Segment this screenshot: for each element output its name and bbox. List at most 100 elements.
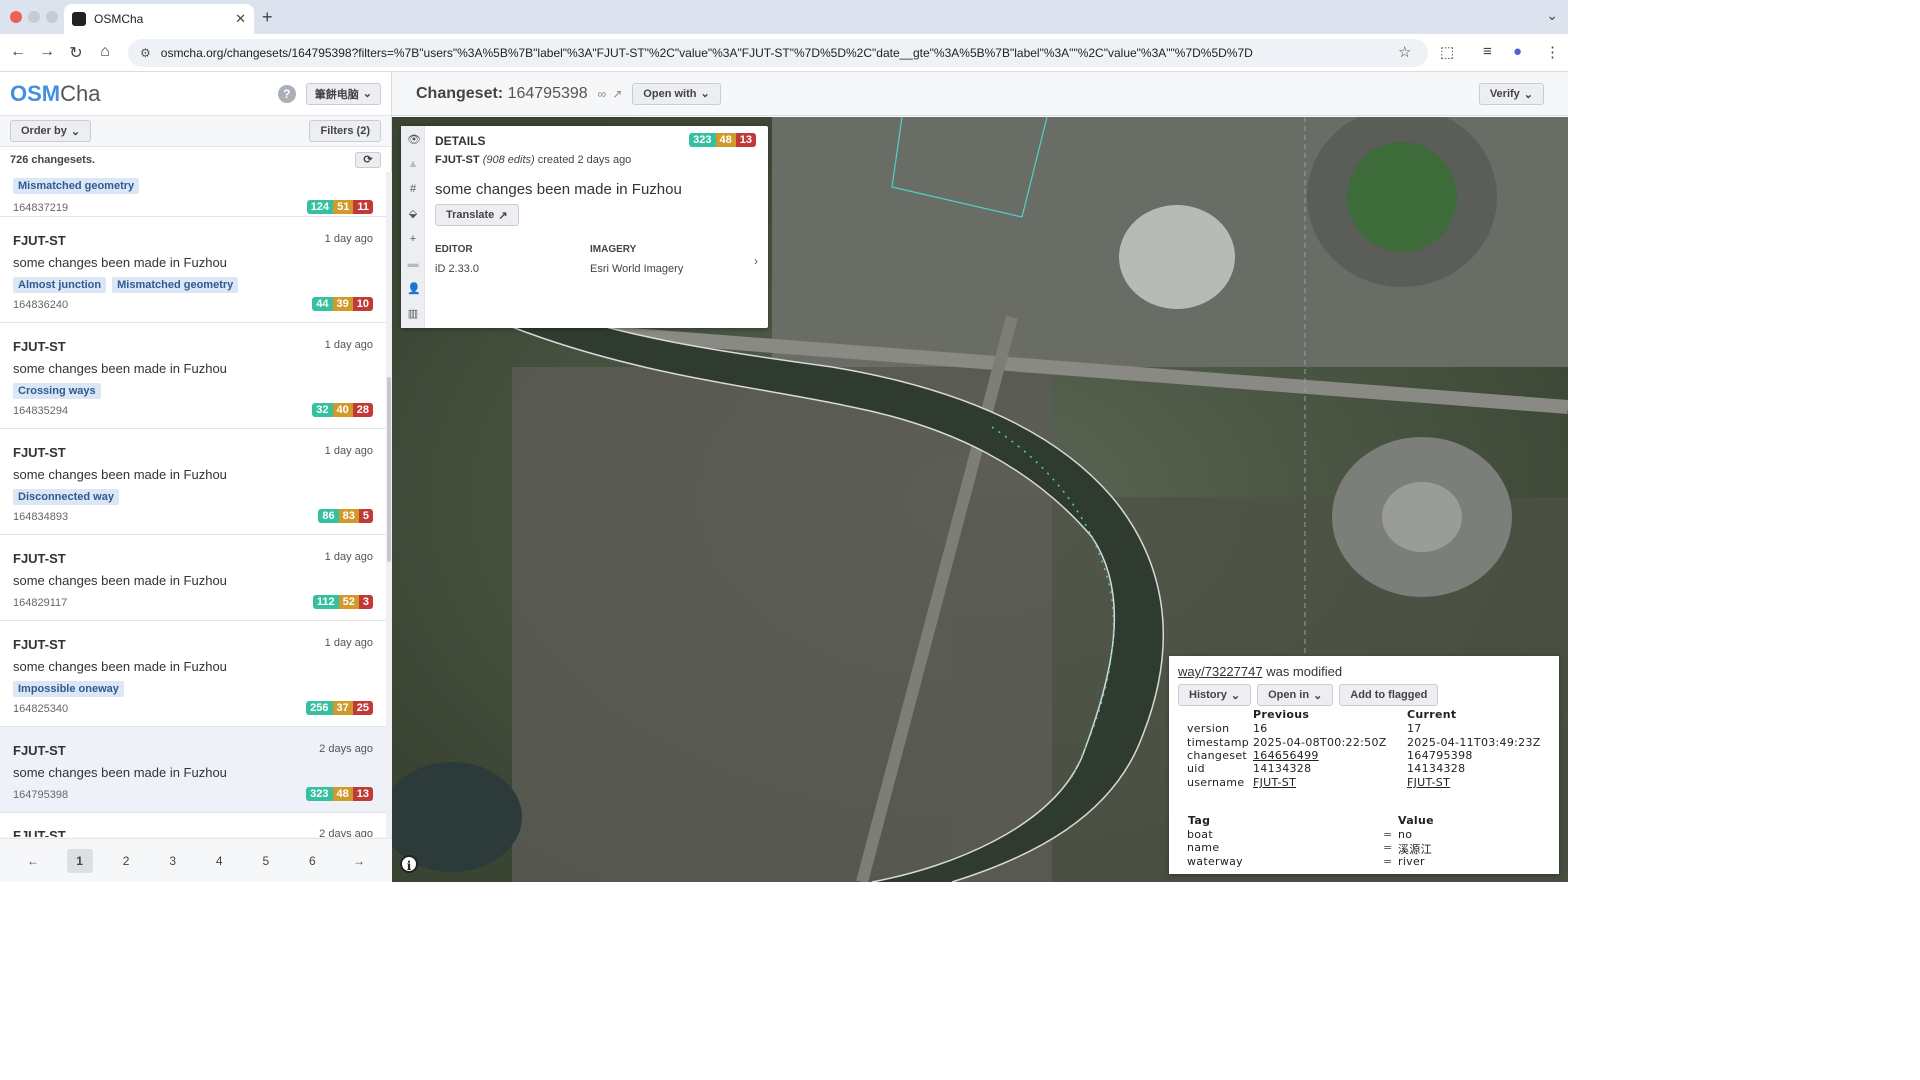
changeset-time: 1 day ago (324, 551, 373, 563)
changeset-user: FJUT-ST (13, 339, 66, 354)
osmcha-favicon-icon (72, 12, 86, 26)
plus-icon[interactable]: + (407, 233, 419, 245)
translate-button[interactable]: Translate ↗ (435, 204, 519, 226)
profile-avatar-icon[interactable]: ● (1513, 43, 1522, 60)
list-item[interactable]: FJUT-ST 1 day ago some changes been made… (0, 535, 386, 621)
changeset-id: 164835294 (13, 405, 69, 417)
bookmark-star-icon[interactable]: ☆ (1398, 43, 1411, 61)
media-controls-icon[interactable]: ≡ (1483, 43, 1492, 60)
list-item[interactable]: FJUT-ST 1 day ago some changes been made… (0, 323, 386, 429)
tag-key: boat (1187, 828, 1213, 841)
info-icon[interactable]: i (400, 855, 418, 873)
changeset-time: 1 day ago (324, 637, 373, 649)
logo-rest: Cha (60, 80, 101, 106)
tag-key: name (1187, 841, 1220, 854)
close-tab-icon[interactable]: ✕ (235, 11, 246, 27)
filters-button[interactable]: Filters (2) (309, 120, 381, 142)
details-comment: some changes been made in Fuzhou (435, 181, 682, 198)
value-header: Value (1398, 814, 1434, 827)
changeset-count: 726 changesets. (10, 154, 95, 166)
browser-tab[interactable]: OSMCha ✕ (64, 4, 254, 34)
current-header: Current (1407, 708, 1457, 721)
list-item[interactable]: FJUT-ST 1 day ago some changes been made… (0, 621, 386, 727)
count-deleted: 13 (735, 133, 756, 147)
close-window-button[interactable] (10, 11, 22, 23)
reload-icon[interactable]: ↻ (66, 43, 86, 63)
meta-prev: 14134328 (1253, 762, 1312, 775)
prev-page-button[interactable]: ← (20, 849, 46, 873)
address-bar[interactable]: ⚙ osmcha.org/changesets/164795398?filter… (128, 39, 1428, 67)
list-item[interactable]: FJUT-ST 1 day ago some changes been made… (0, 217, 386, 323)
page-3-button[interactable]: 3 (160, 849, 186, 873)
meta-key: version (1187, 722, 1230, 735)
eye-icon[interactable]: 👁 (407, 134, 421, 146)
count-created: 323 (306, 787, 333, 801)
next-page-button[interactable]: → (346, 849, 372, 873)
tab-search-chevron-icon[interactable]: ⌄ (1546, 7, 1558, 24)
user-icon[interactable]: 👤 (407, 283, 421, 295)
osmcha-logo[interactable]: OSMCha (10, 81, 100, 107)
changeset-user: FJUT-ST (13, 637, 66, 652)
scrollbar-thumb[interactable] (387, 377, 391, 562)
list-item-selected[interactable]: FJUT-ST 2 days ago some changes been mad… (0, 727, 386, 813)
count-created: 112 (312, 595, 339, 609)
element-link[interactable]: way/73227747 (1178, 664, 1263, 679)
chevron-right-icon[interactable]: › (754, 254, 758, 268)
title-label: Changeset: (416, 84, 504, 102)
comment-icon[interactable]: ▬ (407, 258, 419, 270)
meta-prev-link[interactable]: FJUT-ST (1253, 776, 1296, 789)
meta-cur: 17 (1407, 722, 1422, 735)
filters-label: Filters (2) (320, 125, 370, 137)
page-1-button[interactable]: 1 (66, 848, 93, 873)
maximize-window-button[interactable] (46, 11, 58, 23)
details-created: created 2 days ago (537, 154, 632, 166)
sidebar-header: OSMCha ? 筆餅电脑 ⌄ (0, 72, 391, 116)
forward-icon[interactable]: → (37, 43, 57, 61)
new-tab-icon[interactable]: + (262, 7, 273, 28)
page-2-button[interactable]: 2 (113, 849, 139, 873)
meta-cur: 14134328 (1407, 762, 1466, 775)
features-icon[interactable]: ⬙ (407, 208, 419, 220)
add-to-flagged-button[interactable]: Add to flagged (1339, 684, 1439, 706)
home-icon[interactable]: ⌂ (95, 43, 115, 61)
count-created: 124 (306, 200, 334, 214)
verify-button[interactable]: Verify ⌄ (1478, 83, 1544, 105)
count-created: 323 (689, 133, 716, 147)
order-by-button[interactable]: Order by ⌄ (10, 120, 92, 142)
hashtag-icon[interactable]: # (407, 183, 419, 195)
help-icon[interactable]: ? (277, 84, 296, 103)
changeset-user: FJUT-ST (13, 828, 66, 837)
flag-tag: Impossible oneway (13, 681, 124, 697)
open-in-button[interactable]: Open in ⌄ (1257, 684, 1334, 706)
map-icon[interactable]: ▥ (407, 308, 419, 320)
details-user[interactable]: FJUT-ST (435, 154, 480, 166)
external-link-icon[interactable]: ↗ (612, 87, 622, 101)
site-info-icon[interactable]: ⚙ (140, 46, 151, 60)
list-item[interactable]: FJUT-ST 2 days ago (0, 813, 386, 837)
history-button[interactable]: History ⌄ (1178, 684, 1252, 706)
page-6-button[interactable]: 6 (299, 849, 325, 873)
list-item[interactable]: Mismatched geometry 164837219 124 51 11 (0, 172, 386, 217)
page-4-button[interactable]: 4 (206, 849, 232, 873)
extensions-icon[interactable]: ⬚ (1440, 43, 1454, 61)
flag-tag: Mismatched geometry (13, 178, 140, 194)
list-item[interactable]: FJUT-ST 1 day ago some changes been made… (0, 429, 386, 535)
previous-header: Previous (1253, 708, 1310, 721)
flag-tag: Almost junction (13, 277, 107, 293)
user-menu-button[interactable]: 筆餅电脑 ⌄ (305, 82, 381, 105)
meta-prev-link[interactable]: 164656499 (1253, 749, 1319, 762)
meta-cur-link[interactable]: FJUT-ST (1407, 776, 1450, 789)
tag-key: waterway (1187, 855, 1243, 868)
browser-menu-icon[interactable]: ⋮ (1545, 43, 1560, 61)
link-icon[interactable]: ∞ (598, 87, 607, 101)
refresh-icon[interactable]: ⟳ (355, 152, 381, 168)
tag-value: river (1398, 855, 1425, 868)
minimize-window-button[interactable] (28, 11, 40, 23)
add-to-flagged-label: Add to flagged (1350, 689, 1428, 701)
page-5-button[interactable]: 5 (253, 849, 279, 873)
changeset-id: 164836240 (13, 299, 69, 311)
warning-icon[interactable]: ▲ (407, 158, 419, 170)
tag-value: no (1398, 828, 1413, 841)
open-with-button[interactable]: Open with ⌄ (632, 82, 721, 105)
back-icon[interactable]: ← (8, 43, 28, 61)
